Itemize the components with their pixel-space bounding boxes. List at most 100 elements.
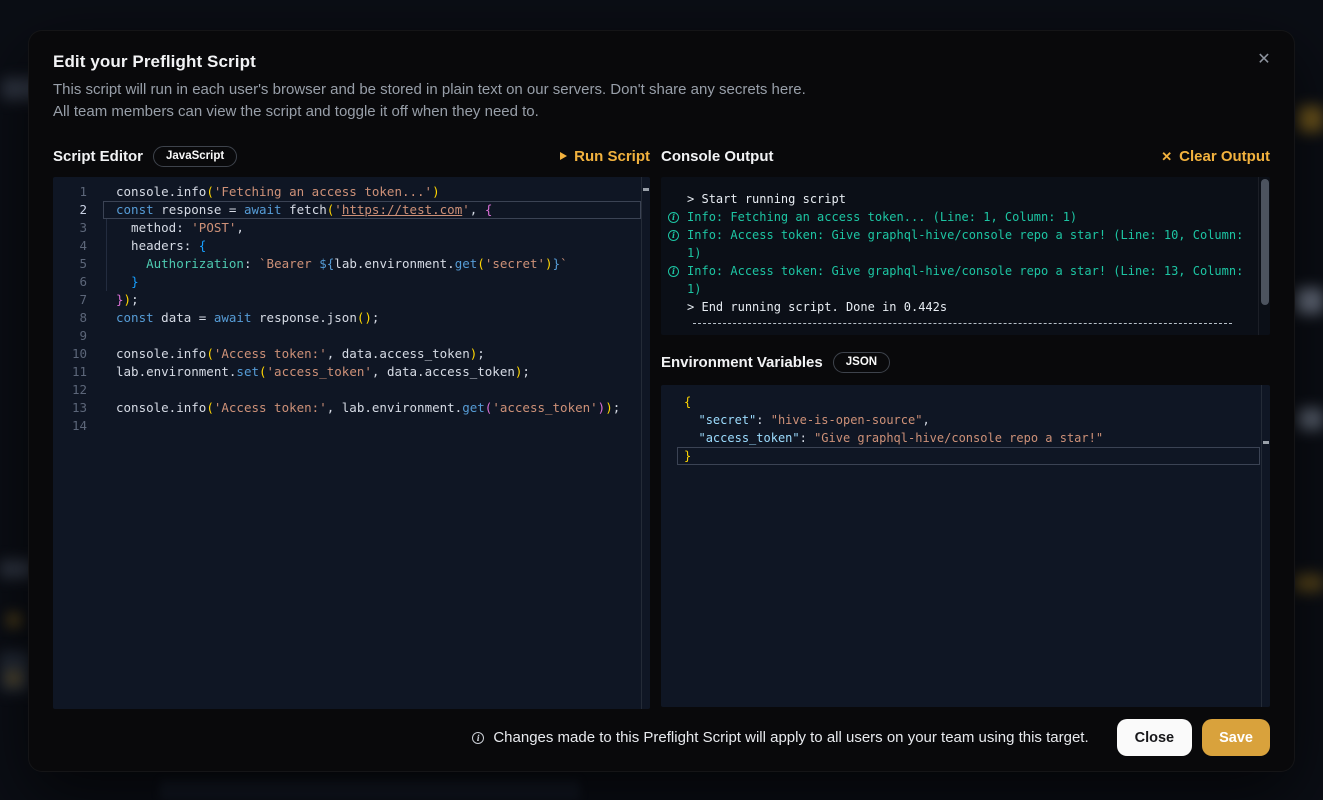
console-entry-gutter <box>667 244 687 262</box>
line-number: 13 <box>53 399 102 417</box>
backdrop-blur-content <box>8 614 20 626</box>
console-scrollbar-track[interactable] <box>1258 177 1270 335</box>
console-entry-text: Info: Fetching an access token... (Line:… <box>687 208 1077 226</box>
line-number: 5 <box>53 255 102 273</box>
code-line[interactable]: 10console.info('Access token:', data.acc… <box>53 345 650 363</box>
script-editor-heading: Script Editor <box>53 148 143 165</box>
info-icon: i <box>667 226 687 244</box>
code-line-content: }); <box>102 291 139 309</box>
console-entry: > End running script. Done in 0.442s <box>667 298 1250 316</box>
code-line[interactable]: 4 headers: { <box>53 237 650 255</box>
code-line[interactable]: 5 Authorization: `Bearer ${lab.environme… <box>53 255 650 273</box>
console-entry: iInfo: Fetching an access token... (Line… <box>667 208 1250 226</box>
info-icon: i <box>667 208 687 226</box>
backdrop-blur-content <box>1298 106 1323 132</box>
save-button[interactable]: Save <box>1202 719 1270 756</box>
console-entry: 1) <box>667 280 1250 298</box>
code-line[interactable]: 9 <box>53 327 650 345</box>
line-number: 3 <box>53 219 102 237</box>
info-circle-icon: i <box>668 266 679 277</box>
clear-icon: ✕ <box>1161 150 1172 163</box>
code-line[interactable]: 14 <box>53 417 650 435</box>
code-line-content: "secret": "hive-is-open-source", <box>661 411 930 429</box>
code-line-content: "access_token": "Give graphql-hive/conso… <box>661 429 1103 447</box>
code-line-content: Authorization: `Bearer ${lab.environment… <box>102 255 568 273</box>
code-line-content: headers: { <box>102 237 206 255</box>
code-line[interactable]: "secret": "hive-is-open-source", <box>661 411 1270 429</box>
code-line-content <box>102 381 116 399</box>
console-entry-text: > End running script. Done in 0.442s <box>687 298 947 316</box>
console-entry-text: 1) <box>687 244 701 262</box>
console-entry-gutter <box>667 298 687 316</box>
run-script-button[interactable]: Run Script <box>560 148 650 165</box>
clear-output-button[interactable]: ✕ Clear Output <box>1161 148 1270 165</box>
line-number: 6 <box>53 273 102 291</box>
line-number: 7 <box>53 291 102 309</box>
line-number: 2 <box>53 201 102 219</box>
backdrop-blur-content <box>1296 288 1323 314</box>
console-separator <box>693 323 1232 324</box>
backdrop-blur-content <box>160 780 580 800</box>
line-number: 10 <box>53 345 102 363</box>
code-line[interactable]: 8const data = await response.json(); <box>53 309 650 327</box>
script-editor-code[interactable]: 1console.info('Fetching an access token.… <box>53 177 650 709</box>
overview-ruler-marker <box>643 188 649 191</box>
code-line-content: const data = await response.json(); <box>102 309 379 327</box>
code-line[interactable]: { <box>661 393 1270 411</box>
overview-ruler-marker <box>1263 441 1269 444</box>
code-line-content <box>102 327 116 345</box>
console-log-list: > Start running scriptiInfo: Fetching an… <box>661 177 1270 324</box>
json-badge: JSON <box>833 352 890 373</box>
environment-variables-code[interactable]: { "secret": "hive-is-open-source", "acce… <box>661 385 1270 707</box>
info-icon: i <box>667 262 687 280</box>
modal-title: Edit your Preflight Script <box>53 53 1270 71</box>
editor-overview-ruler[interactable] <box>641 177 650 709</box>
code-line[interactable]: 13console.info('Access token:', lab.envi… <box>53 399 650 417</box>
code-line-content: { <box>661 393 691 411</box>
console-output-panel[interactable]: > Start running scriptiInfo: Fetching an… <box>661 177 1270 335</box>
code-line[interactable]: 11lab.environment.set('access_token', da… <box>53 363 650 381</box>
line-number: 4 <box>53 237 102 255</box>
close-modal-button[interactable]: ✕ <box>1250 45 1278 73</box>
console-entry: i Info: Access token: Give graphql-hive/c… <box>667 226 1250 244</box>
code-line[interactable]: 12 <box>53 381 650 399</box>
environment-variables-panel[interactable]: { "secret": "hive-is-open-source", "acce… <box>661 385 1270 707</box>
code-line[interactable]: "access_token": "Give graphql-hive/conso… <box>661 429 1270 447</box>
run-script-label: Run Script <box>574 148 650 165</box>
play-icon <box>560 152 567 160</box>
script-editor-panel[interactable]: 1console.info('Fetching an access token.… <box>53 177 650 709</box>
info-circle-icon: i <box>668 230 679 241</box>
backdrop-blur-content <box>1294 574 1323 592</box>
code-line-content: console.info('Access token:', data.acces… <box>102 345 485 363</box>
code-line[interactable]: 7}); <box>53 291 650 309</box>
language-badge: JavaScript <box>153 146 237 167</box>
console-entry: iInfo: Access token: Give graphql-hive/c… <box>667 262 1250 280</box>
code-line-content: } <box>102 273 139 291</box>
env-overview-ruler[interactable] <box>1261 385 1270 707</box>
line-number: 9 <box>53 327 102 345</box>
modal-description-line2: All team members can view the script and… <box>53 101 1270 123</box>
backdrop-blur-content <box>1298 408 1323 430</box>
code-line[interactable]: 6 } <box>53 273 650 291</box>
code-line[interactable]: } <box>661 447 1270 465</box>
clear-output-label: Clear Output <box>1179 148 1270 165</box>
line-number: 8 <box>53 309 102 327</box>
footer-note-text: Changes made to this Preflight Script wi… <box>493 729 1088 746</box>
line-number: 11 <box>53 363 102 381</box>
code-line[interactable]: 2const response = await fetch('https://t… <box>53 201 650 219</box>
code-line-content: lab.environment.set('access_token', data… <box>102 363 530 381</box>
console-output-heading: Console Output <box>661 148 774 165</box>
close-icon: ✕ <box>1257 49 1270 69</box>
code-line[interactable]: 3 method: 'POST', <box>53 219 650 237</box>
code-line[interactable]: 1console.info('Fetching an access token.… <box>53 183 650 201</box>
modal-description: This script will run in each user's brow… <box>53 79 1270 123</box>
code-line-content: const response = await fetch('https://te… <box>102 201 492 219</box>
line-number: 1 <box>53 183 102 201</box>
console-scrollbar-thumb[interactable] <box>1261 179 1269 305</box>
console-entry-text: Info: Access token: Give graphql-hive/co… <box>687 226 1243 244</box>
code-line-content: method: 'POST', <box>102 219 244 237</box>
console-entry-text: > Start running script <box>687 190 846 208</box>
line-number: 14 <box>53 417 102 435</box>
console-entry-gutter <box>667 190 687 208</box>
close-button[interactable]: Close <box>1117 719 1193 756</box>
